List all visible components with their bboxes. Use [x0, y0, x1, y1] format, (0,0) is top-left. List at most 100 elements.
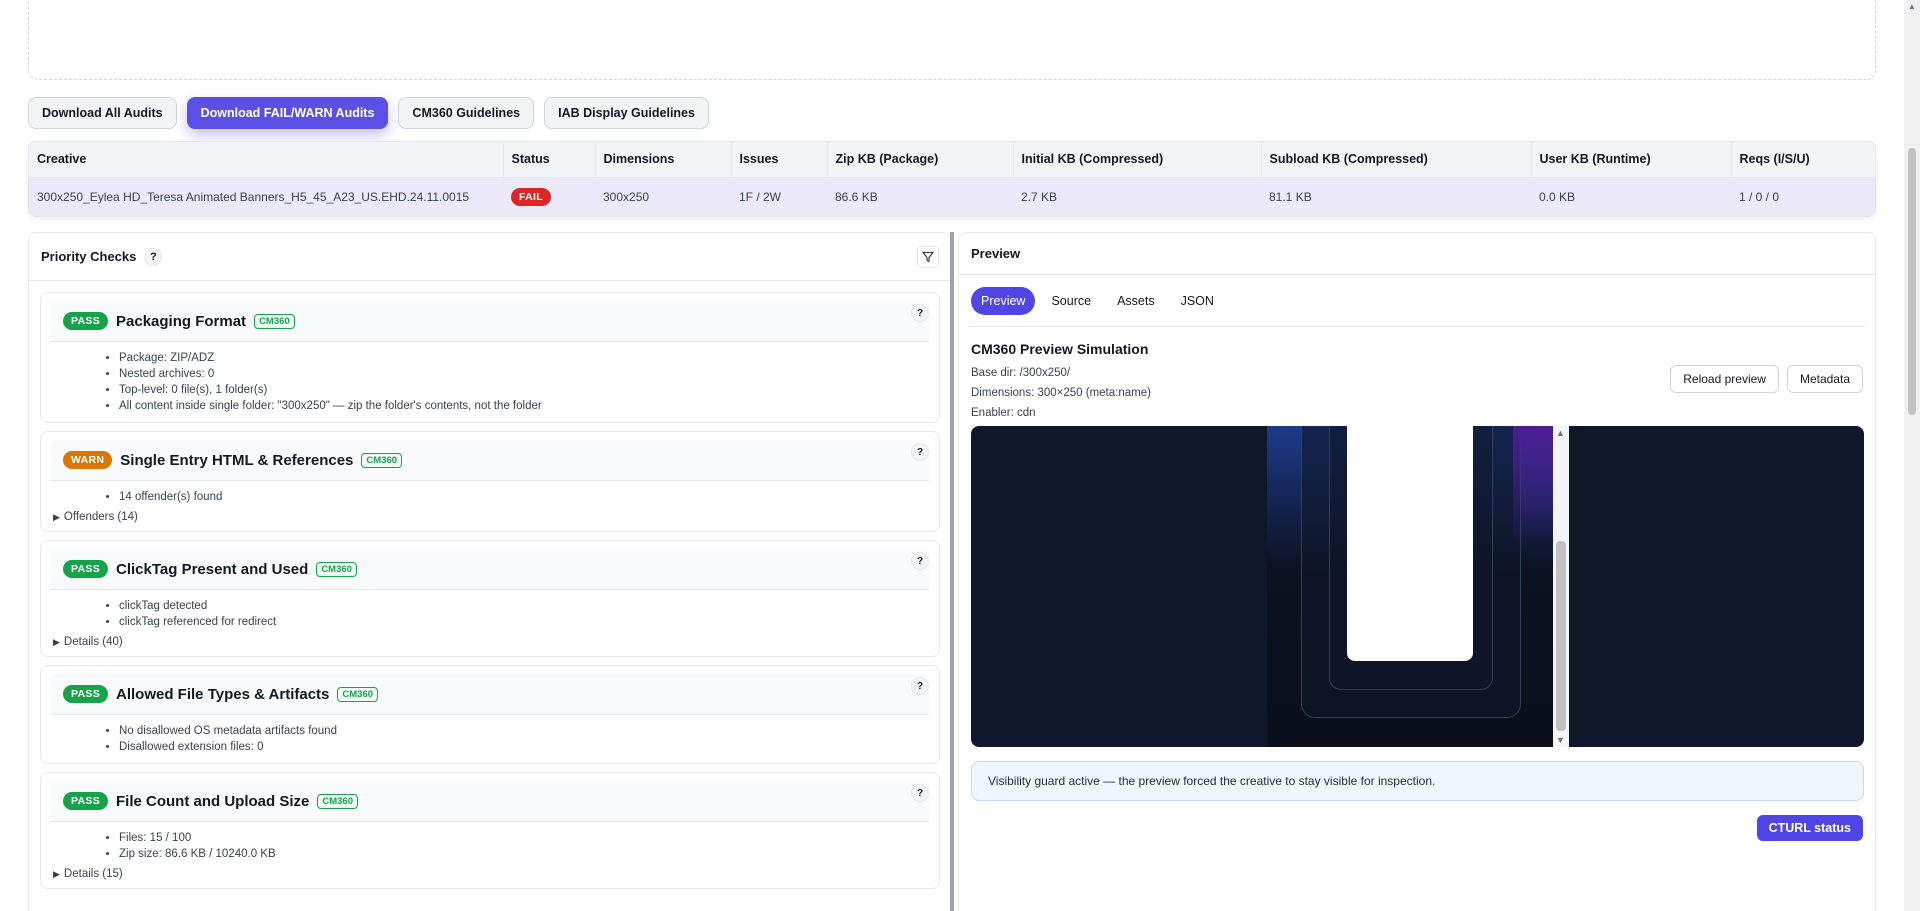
scrollbar-thumb[interactable]: [1908, 148, 1916, 415]
list-item: Zip size: 86.6 KB / 10240.0 KB: [119, 846, 929, 862]
check-header: WARN Single Entry HTML & References CM36…: [51, 440, 929, 481]
check-card: PASS ClickTag Present and Used CM360 ? c…: [40, 540, 940, 657]
check-title: Single Entry HTML & References: [120, 451, 354, 469]
creative-scrollbar[interactable]: ▲ ▼: [1553, 426, 1569, 747]
help-icon[interactable]: ?: [911, 552, 929, 570]
list-item: No disallowed OS metadata artifacts foun…: [119, 723, 929, 739]
scroll-up-icon[interactable]: ▲: [1908, 2, 1916, 11]
check-items: clickTag detected clickTag referenced fo…: [51, 598, 929, 630]
panel-title: Preview: [971, 246, 1021, 261]
list-item: clickTag referenced for redirect: [119, 614, 929, 630]
cm360-guidelines-button[interactable]: CM360 Guidelines: [398, 97, 535, 129]
filter-icon[interactable]: [917, 246, 939, 268]
column-header[interactable]: Status: [503, 142, 596, 178]
help-icon[interactable]: ?: [911, 304, 929, 322]
check-items: Package: ZIP/ADZ Nested archives: 0 Top-…: [51, 350, 929, 414]
column-header[interactable]: Initial KB (Compressed): [1013, 142, 1262, 178]
table-row[interactable]: 300x250_Eylea HD_Teresa Animated Banners…: [29, 177, 1875, 216]
list-item: Package: ZIP/ADZ: [119, 350, 929, 366]
preview-header: Preview: [959, 233, 1875, 275]
triangle-right-icon: ▶: [53, 869, 60, 879]
preview-tabs: Preview Source Assets JSON: [969, 275, 1865, 327]
summary-table: Creative Status Dimensions Issues Zip KB…: [28, 141, 1876, 217]
upload-dropzone[interactable]: [28, 0, 1876, 80]
reqs-cell: 1 / 0 / 0: [1731, 177, 1875, 216]
help-icon[interactable]: ?: [911, 784, 929, 802]
panel-resize-handle[interactable]: [950, 232, 954, 911]
page: Download All Audits Download FAIL/WARN A…: [0, 0, 1904, 911]
cm360-tag: CM360: [337, 686, 379, 702]
list-item: Top-level: 0 file(s), 1 folder(s): [119, 382, 929, 398]
details-toggle[interactable]: ▶ Details (15): [51, 868, 929, 880]
offenders-toggle[interactable]: ▶ Offenders (14): [51, 511, 929, 523]
scroll-up-icon[interactable]: ▲: [1556, 428, 1565, 438]
page-scrollbar[interactable]: ▲: [1904, 0, 1920, 911]
scrollbar-thumb[interactable]: [1556, 541, 1566, 731]
column-header[interactable]: Creative: [29, 142, 504, 178]
help-icon[interactable]: ?: [911, 677, 929, 695]
creative-name: 300x250_Eylea HD_Teresa Animated Banners…: [29, 177, 503, 216]
download-fail-warn-button[interactable]: Download FAIL/WARN Audits: [186, 97, 389, 129]
tab-json[interactable]: JSON: [1171, 287, 1224, 315]
cm360-tag: CM360: [361, 452, 403, 468]
list-item: 14 offender(s) found: [119, 489, 929, 505]
cm360-tag: CM360: [254, 313, 295, 329]
list-item: clickTag detected: [119, 598, 929, 614]
preview-actions: Reload preview Metadata: [1670, 365, 1863, 393]
checks-list: PASS Packaging Format CM360 ? Package: Z…: [29, 281, 951, 900]
download-all-audits-button[interactable]: Download All Audits: [28, 97, 177, 129]
column-header[interactable]: Dimensions: [595, 142, 732, 178]
scroll-down-icon[interactable]: ▼: [1556, 735, 1565, 745]
check-header: PASS Allowed File Types & Artifacts CM36…: [51, 674, 929, 715]
preview-stage: ▲ ▼: [971, 426, 1864, 747]
help-icon[interactable]: ?: [911, 443, 929, 461]
reload-preview-button[interactable]: Reload preview: [1670, 365, 1779, 393]
status-badge: PASS: [63, 560, 109, 578]
metadata-button[interactable]: Metadata: [1786, 365, 1863, 393]
action-bar: Download All Audits Download FAIL/WARN A…: [28, 97, 709, 129]
cm360-tag: CM360: [317, 793, 358, 809]
check-card: PASS Allowed File Types & Artifacts CM36…: [40, 665, 940, 764]
list-item: Nested archives: 0: [119, 366, 929, 382]
summary-header-row: Creative Status Dimensions Issues Zip KB…: [29, 142, 1875, 178]
preview-simulation: CM360 Preview Simulation Base dir: /300x…: [959, 327, 1875, 423]
cm360-tag: CM360: [316, 561, 357, 577]
status-badge: FAIL: [511, 188, 551, 207]
creative-screen: [1347, 426, 1473, 661]
status-badge: WARN: [63, 451, 113, 469]
column-header[interactable]: Issues: [731, 142, 828, 178]
dimensions-cell: 300x250: [595, 177, 731, 216]
initial-kb-cell: 2.7 KB: [1013, 177, 1261, 216]
help-icon[interactable]: ?: [144, 247, 163, 266]
check-title: File Count and Upload Size: [116, 792, 310, 810]
check-items: Files: 15 / 100 Zip size: 86.6 KB / 1024…: [51, 830, 929, 862]
check-card: PASS Packaging Format CM360 ? Package: Z…: [40, 292, 940, 423]
simulation-title: CM360 Preview Simulation: [971, 341, 1149, 357]
priority-checks-panel: Priority Checks ? PASS Packaging Format …: [28, 232, 952, 911]
check-title: ClickTag Present and Used: [116, 560, 309, 578]
check-items: No disallowed OS metadata artifacts foun…: [51, 723, 929, 755]
check-items: 14 offender(s) found: [51, 489, 929, 505]
details-toggle[interactable]: ▶ Details (40): [51, 636, 929, 648]
zip-kb-cell: 86.6 KB: [827, 177, 1013, 216]
list-item: All content inside single folder: "300x2…: [119, 398, 929, 414]
creative-frame[interactable]: [1267, 426, 1553, 747]
tab-assets[interactable]: Assets: [1107, 287, 1165, 315]
check-title: Allowed File Types & Artifacts: [116, 685, 330, 703]
column-header[interactable]: Zip KB (Package): [827, 142, 1014, 178]
check-header: PASS Packaging Format CM360: [51, 301, 929, 342]
column-header[interactable]: User KB (Runtime): [1531, 142, 1732, 178]
check-card: WARN Single Entry HTML & References CM36…: [40, 431, 940, 532]
column-header[interactable]: Subload KB (Compressed): [1261, 142, 1532, 178]
column-header[interactable]: Reqs (I/S/U): [1731, 142, 1875, 178]
issues-cell: 1F / 2W: [731, 177, 827, 216]
list-item: Disallowed extension files: 0: [119, 739, 929, 755]
tab-source[interactable]: Source: [1041, 287, 1101, 315]
status-badge: PASS: [63, 792, 109, 810]
enabler-info: Enabler: cdn: [971, 407, 1036, 419]
check-header: PASS File Count and Upload Size CM360: [51, 781, 929, 822]
iab-guidelines-button[interactable]: IAB Display Guidelines: [544, 97, 709, 129]
triangle-right-icon: ▶: [53, 512, 60, 522]
tab-preview[interactable]: Preview: [971, 287, 1036, 315]
cturl-status-button[interactable]: CTURL status: [1756, 815, 1863, 841]
